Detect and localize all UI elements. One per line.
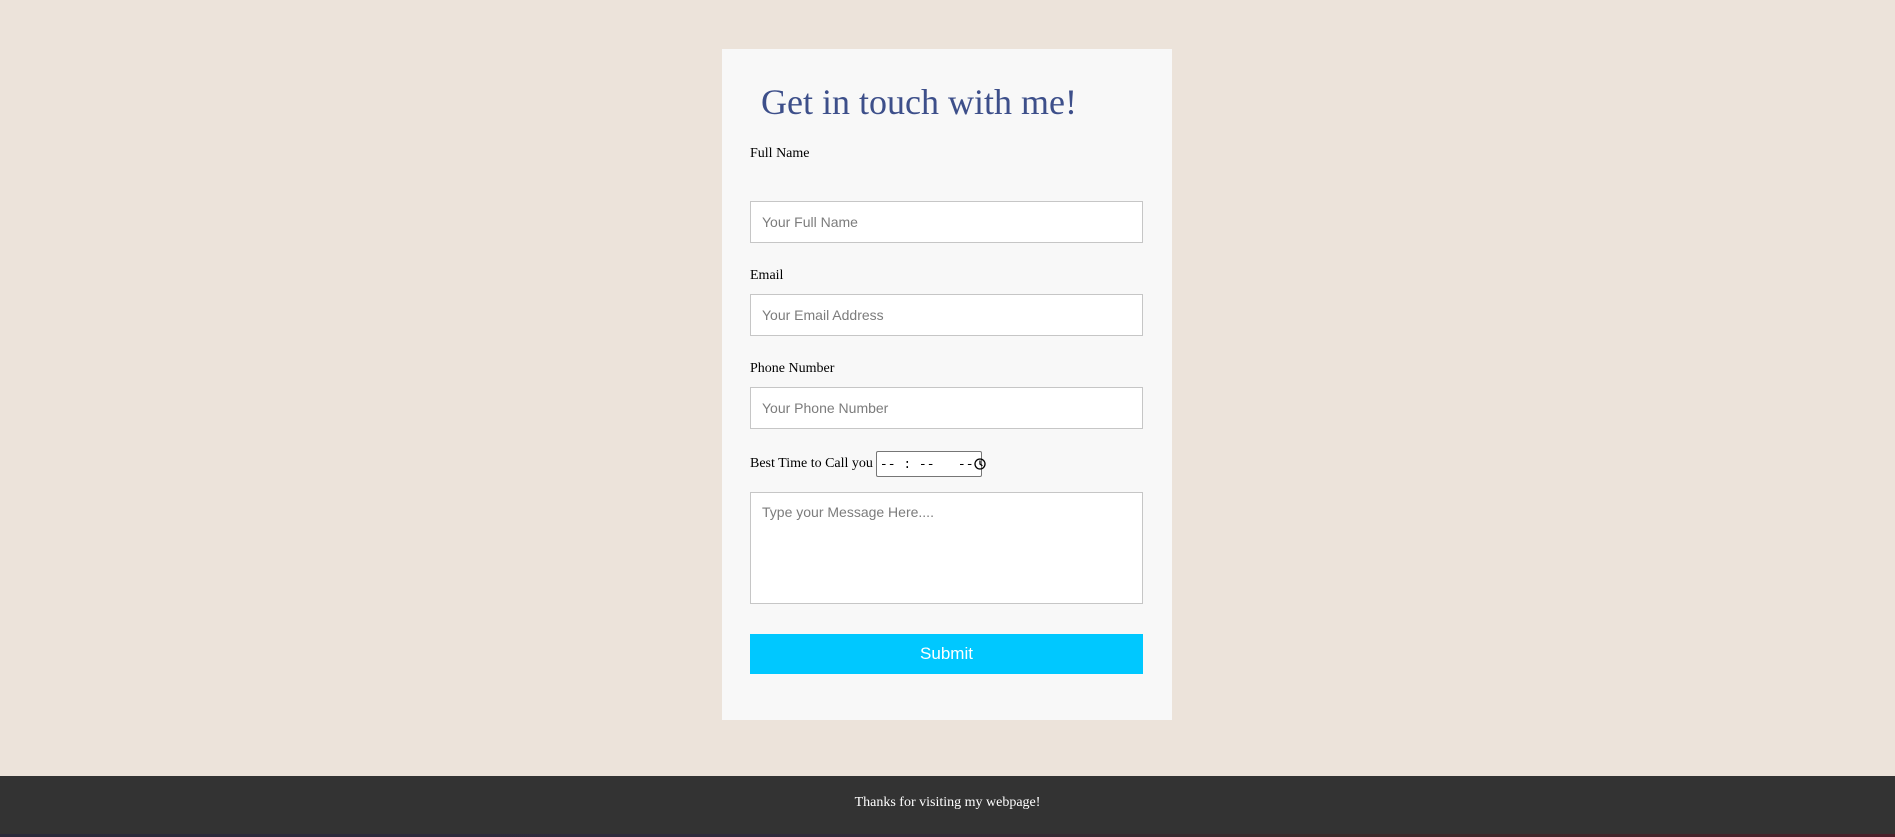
best-time-input[interactable]: -- : -- --	[875, 451, 986, 477]
form-title: Get in touch with me!	[761, 82, 1077, 122]
email-input[interactable]	[750, 294, 1143, 336]
email-label: Email	[750, 268, 784, 283]
full-name-input[interactable]	[750, 201, 1143, 243]
submit-button[interactable]: Submit	[750, 634, 1143, 674]
footer-text: Thanks for visiting my webpage!	[854, 795, 1041, 810]
phone-label: Phone Number	[750, 361, 835, 376]
best-time-value: -- : -- --	[879, 456, 974, 472]
message-textarea[interactable]	[750, 492, 1143, 604]
footer: Thanks for visiting my webpage!	[0, 776, 1895, 837]
phone-input[interactable]	[750, 387, 1143, 429]
clock-icon[interactable]	[973, 458, 986, 470]
full-name-label: Full Name	[750, 146, 810, 161]
best-time-label: Best Time to Call you	[750, 456, 873, 471]
best-time-row: Best Time to Call you -- : -- --	[750, 450, 986, 478]
contact-form-card: Get in touch with me! Full Name Email Ph…	[722, 49, 1172, 720]
